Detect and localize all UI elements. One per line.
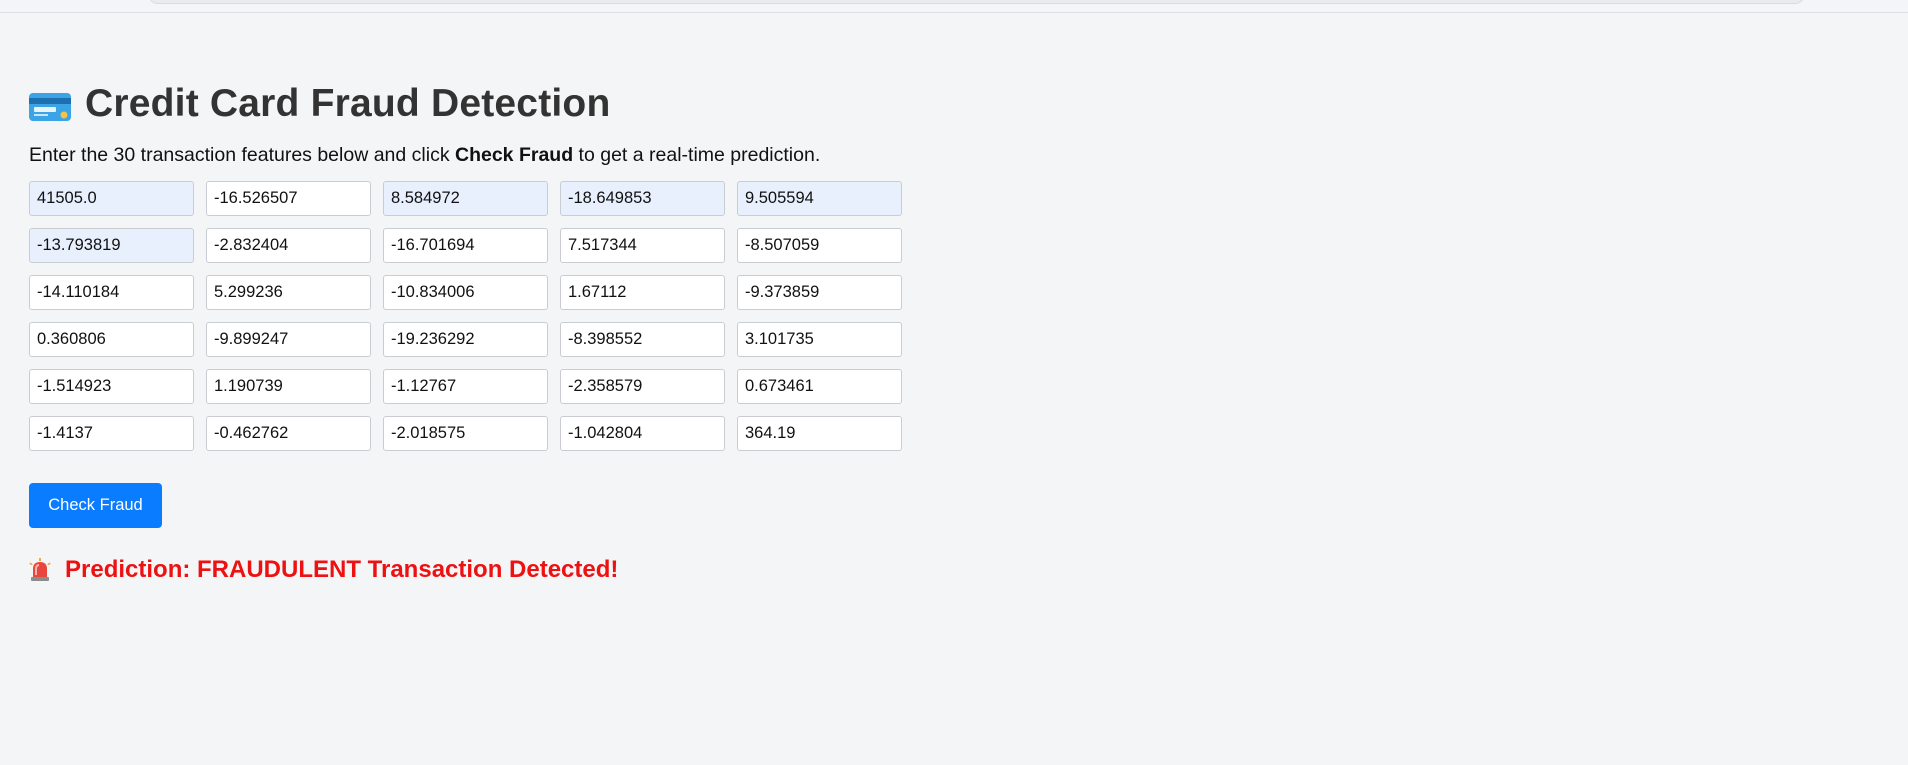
feature-input[interactable] [29,322,194,357]
check-fraud-button[interactable]: Check Fraud [29,483,162,528]
feature-input[interactable] [383,275,548,310]
feature-input[interactable] [206,275,371,310]
feature-input[interactable] [29,369,194,404]
feature-input[interactable] [29,181,194,216]
feature-input[interactable] [383,369,548,404]
page-subtitle: Enter the 30 transaction features below … [29,144,1029,167]
feature-input[interactable] [737,369,902,404]
subtitle-text-start: Enter the 30 transaction features below … [29,144,455,166]
prediction-result: Prediction: FRAUDULENT Transaction Detec… [29,556,1029,584]
browser-top-strip [0,0,1908,13]
feature-grid [29,181,1029,451]
subtitle-bold: Check Fraud [455,144,574,166]
feature-input[interactable] [206,416,371,451]
main-container: Credit Card Fraud Detection Enter the 30… [29,78,1029,584]
feature-input[interactable] [560,181,725,216]
feature-input[interactable] [560,369,725,404]
feature-input[interactable] [737,275,902,310]
feature-input[interactable] [737,181,902,216]
feature-input[interactable] [383,322,548,357]
alarm-icon [29,558,51,582]
credit-card-icon [29,92,71,122]
title-row: Credit Card Fraud Detection [29,78,1029,130]
feature-input[interactable] [206,369,371,404]
feature-input[interactable] [206,228,371,263]
feature-input[interactable] [737,416,902,451]
prediction-text: Prediction: FRAUDULENT Transaction Detec… [65,556,619,583]
feature-input[interactable] [560,228,725,263]
feature-input[interactable] [206,181,371,216]
feature-input[interactable] [560,275,725,310]
browser-tab-edge [148,0,1805,4]
feature-input[interactable] [383,416,548,451]
subtitle-text-end: to get a real-time prediction. [573,144,821,166]
feature-input[interactable] [560,416,725,451]
feature-input[interactable] [560,322,725,357]
feature-input[interactable] [737,322,902,357]
feature-input[interactable] [383,181,548,216]
feature-input[interactable] [383,228,548,263]
page-title: Credit Card Fraud Detection [85,82,611,125]
feature-input[interactable] [29,416,194,451]
feature-input[interactable] [29,228,194,263]
feature-input[interactable] [29,275,194,310]
feature-input[interactable] [206,322,371,357]
feature-input[interactable] [737,228,902,263]
